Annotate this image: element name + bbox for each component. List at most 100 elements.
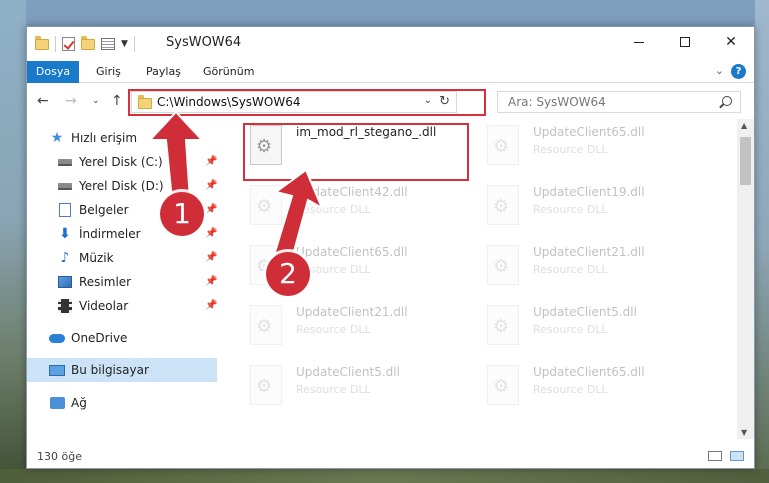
pin-icon[interactable]: 📌 bbox=[205, 300, 217, 311]
sidebar-item-quick-access[interactable]: ★ Hızlı erişim bbox=[27, 126, 217, 150]
pin-icon[interactable]: 📌 bbox=[205, 156, 217, 167]
sidebar-item-music[interactable]: ♪ Müzik 📌 bbox=[27, 246, 218, 270]
video-icon bbox=[57, 298, 73, 314]
sidebar-item-label: Belgeler bbox=[79, 203, 129, 217]
file-tile[interactable]: UpdateClient65.dll Resource DLL bbox=[481, 121, 711, 175]
sidebar-item-pictures[interactable]: Resimler 📌 bbox=[27, 270, 217, 294]
pin-icon[interactable]: 📌 bbox=[205, 204, 217, 215]
tiles-view-icon[interactable] bbox=[730, 451, 744, 461]
pin-icon[interactable]: 📌 bbox=[205, 228, 217, 239]
vertical-scrollbar[interactable]: ▲ ▼ bbox=[737, 119, 754, 439]
window-controls: ✕ bbox=[616, 27, 754, 57]
file-type: Resource DLL bbox=[533, 203, 608, 216]
minimize-button[interactable] bbox=[616, 27, 662, 57]
sidebar-item-label: Resimler bbox=[79, 275, 132, 289]
disk-icon bbox=[57, 178, 73, 194]
desktop-background-right bbox=[755, 0, 769, 483]
dll-file-icon bbox=[250, 185, 282, 225]
properties-check-icon[interactable] bbox=[62, 37, 75, 51]
search-input[interactable]: Ara: SysWOW64 bbox=[497, 91, 741, 113]
pin-icon[interactable]: 📌 bbox=[205, 276, 217, 287]
pin-icon[interactable]: 📌 bbox=[205, 252, 217, 263]
file-tile[interactable]: UpdateClient19.dll Resource DLL bbox=[481, 181, 711, 235]
up-arrow-icon[interactable]: ↑ bbox=[111, 93, 123, 109]
dll-file-icon bbox=[487, 245, 519, 285]
help-icon[interactable]: ? bbox=[731, 64, 746, 79]
customize-toolbar-icon[interactable] bbox=[101, 38, 115, 50]
file-name: UpdateClient21.dll bbox=[533, 245, 645, 259]
sidebar-item-this-pc[interactable]: Bu bilgisayar bbox=[27, 358, 217, 382]
file-tile[interactable]: UpdateClient21.dll Resource DLL bbox=[244, 301, 474, 355]
details-view-icon[interactable] bbox=[708, 451, 722, 461]
expand-ribbon-icon[interactable]: ⌄ bbox=[715, 64, 724, 77]
navigation-pane: ★ Hızlı erişim Yerel Disk (C:) 📌 Yerel D… bbox=[27, 119, 219, 439]
scroll-up-icon[interactable]: ▲ bbox=[741, 121, 747, 130]
maximize-icon bbox=[680, 37, 690, 47]
tab-view[interactable]: Görünüm bbox=[203, 61, 254, 83]
file-type: Resource DLL bbox=[296, 203, 371, 216]
sidebar-item-label: Hızlı erişim bbox=[71, 131, 138, 145]
title-bar: ▼ SysWOW64 ✕ bbox=[27, 27, 754, 61]
sidebar-item-videos[interactable]: Videolar 📌 bbox=[27, 294, 217, 318]
explorer-window: ▼ SysWOW64 ✕ Dosya Giriş Paylaş Görünüm … bbox=[26, 26, 755, 469]
file-tile[interactable]: UpdateClient65.dll Resource DLL bbox=[481, 361, 711, 415]
pin-icon[interactable]: 📌 bbox=[205, 180, 217, 191]
forward-arrow-icon[interactable]: → bbox=[65, 93, 77, 109]
toolbar-separator bbox=[133, 36, 135, 52]
cloud-icon bbox=[49, 330, 65, 346]
network-icon bbox=[49, 395, 65, 411]
toolbar-dropdown-icon[interactable]: ▼ bbox=[121, 39, 128, 49]
file-name: UpdateClient65.dll bbox=[296, 245, 408, 259]
file-type: Resource DLL bbox=[533, 323, 608, 336]
dll-file-icon bbox=[250, 305, 282, 345]
sidebar-item-label: İndirmeler bbox=[79, 227, 141, 241]
file-name: UpdateClient19.dll bbox=[533, 185, 645, 199]
file-tile[interactable]: UpdateClient5.dll Resource DLL bbox=[481, 301, 711, 355]
maximize-button[interactable] bbox=[662, 27, 708, 57]
folder-icon bbox=[35, 35, 49, 50]
recent-locations-icon[interactable]: ⌄ bbox=[92, 96, 100, 106]
sidebar-item-label: Ağ bbox=[71, 396, 87, 410]
back-arrow-icon[interactable]: ← bbox=[37, 93, 49, 109]
file-tile[interactable]: UpdateClient42.dll Resource DLL bbox=[244, 181, 474, 235]
search-icon[interactable] bbox=[722, 96, 732, 106]
file-name: UpdateClient42.dll bbox=[296, 185, 408, 199]
ribbon-tabs: Dosya Giriş Paylaş Görünüm ⌄ ? bbox=[27, 61, 754, 83]
sidebar-item-label: Müzik bbox=[79, 251, 114, 265]
scroll-down-icon[interactable]: ▼ bbox=[741, 428, 747, 437]
tab-home[interactable]: Giriş bbox=[96, 61, 121, 83]
file-type: Resource DLL bbox=[296, 383, 371, 396]
tab-share[interactable]: Paylaş bbox=[146, 61, 181, 83]
file-tile[interactable]: UpdateClient21.dll Resource DLL bbox=[481, 241, 711, 295]
window-title: SysWOW64 bbox=[166, 35, 242, 50]
close-icon: ✕ bbox=[725, 34, 737, 50]
new-folder-icon[interactable] bbox=[81, 35, 95, 50]
tab-file[interactable]: Dosya bbox=[27, 61, 79, 83]
file-tile[interactable]: UpdateClient5.dll Resource DLL bbox=[244, 361, 474, 415]
file-name: UpdateClient21.dll bbox=[296, 305, 408, 319]
pictures-icon bbox=[57, 274, 73, 290]
scrollbar-thumb[interactable] bbox=[740, 137, 751, 185]
computer-icon bbox=[49, 362, 65, 378]
sidebar-item-label: Bu bilgisayar bbox=[71, 363, 149, 377]
sidebar-item-disk-c[interactable]: Yerel Disk (C:) 📌 bbox=[27, 150, 217, 174]
desktop-background-left bbox=[0, 0, 26, 483]
file-name: UpdateClient5.dll bbox=[296, 365, 400, 379]
sidebar-item-network[interactable]: Ağ bbox=[27, 391, 217, 415]
search-placeholder: Ara: SysWOW64 bbox=[508, 95, 606, 109]
desktop-background-bottom bbox=[0, 469, 769, 483]
sidebar-item-onedrive[interactable]: OneDrive bbox=[27, 326, 217, 350]
download-icon: ⬇ bbox=[59, 226, 71, 242]
step-marker-1: 1 bbox=[160, 192, 204, 236]
navigation-bar: ← → ⌄ ↑ C:\Windows\SysWOW64 ⌄ ↻ Ara: Sys… bbox=[27, 83, 754, 119]
close-button[interactable]: ✕ bbox=[708, 27, 754, 57]
address-bar-highlight bbox=[128, 89, 486, 116]
dll-file-icon bbox=[487, 125, 519, 165]
music-icon: ♪ bbox=[60, 250, 70, 266]
dll-file-icon bbox=[487, 365, 519, 405]
dll-file-icon bbox=[250, 365, 282, 405]
dll-file-icon bbox=[487, 185, 519, 225]
file-type: Resource DLL bbox=[533, 143, 608, 156]
quick-access-toolbar: ▼ bbox=[35, 35, 135, 52]
file-name: UpdateClient65.dll bbox=[533, 365, 645, 379]
